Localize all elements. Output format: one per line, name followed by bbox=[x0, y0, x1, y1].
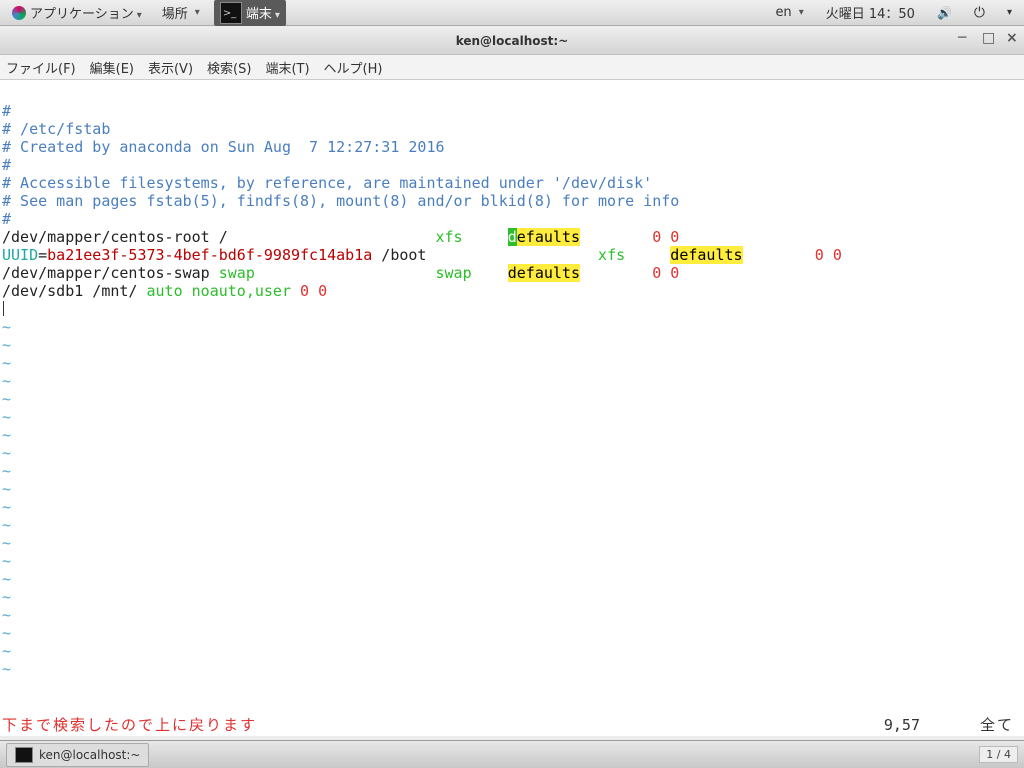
vim-position: 9,57 bbox=[884, 716, 920, 734]
volume-icon[interactable] bbox=[931, 4, 958, 22]
terminal-window: ken@localhost:~ ─ □ × ファイル(F) 編集(E) 表示(V… bbox=[0, 28, 1024, 736]
minimize-button[interactable]: ─ bbox=[958, 32, 970, 44]
input-lang[interactable]: en bbox=[769, 3, 809, 22]
power-icon[interactable] bbox=[968, 3, 991, 23]
vim-message: 下まで検索したので上に戻ります bbox=[2, 716, 257, 734]
clock[interactable]: 火曜日 14：50 bbox=[820, 1, 921, 24]
menu-file[interactable]: ファイル(F) bbox=[6, 58, 76, 77]
gnome-topbar: アプリケーション 場所 >_ 端末 en 火曜日 14：50 bbox=[0, 0, 1024, 26]
taskbar-window-label: ken@localhost:~ bbox=[39, 748, 140, 762]
terminal-content[interactable]: # # /etc/fstab # Created by anaconda on … bbox=[0, 80, 1024, 736]
system-menu-caret[interactable] bbox=[1001, 5, 1018, 20]
active-app[interactable]: >_ 端末 bbox=[214, 0, 286, 26]
bottom-taskbar: ken@localhost:~ 1 / 4 bbox=[0, 740, 1024, 768]
vim-scroll-indicator: 全て bbox=[980, 716, 1014, 734]
window-titlebar[interactable]: ken@localhost:~ ─ □ × bbox=[0, 28, 1024, 55]
places-menu[interactable]: 場所 bbox=[156, 1, 206, 24]
menu-edit[interactable]: 編集(E) bbox=[90, 58, 134, 77]
workspace-indicator[interactable]: 1 / 4 bbox=[979, 746, 1018, 763]
vim-buffer: # # /etc/fstab # Created by anaconda on … bbox=[2, 102, 1022, 678]
terminal-icon bbox=[15, 747, 33, 763]
menu-view[interactable]: 表示(V) bbox=[148, 58, 193, 77]
taskbar-window-button[interactable]: ken@localhost:~ bbox=[6, 743, 149, 767]
menu-help[interactable]: ヘルプ(H) bbox=[324, 58, 383, 77]
maximize-button[interactable]: □ bbox=[982, 32, 994, 44]
terminal-icon: >_ bbox=[220, 2, 242, 24]
activities-icon bbox=[12, 6, 26, 20]
applications-menu[interactable]: アプリケーション bbox=[6, 1, 148, 24]
menu-search[interactable]: 検索(S) bbox=[207, 58, 251, 77]
menu-terminal[interactable]: 端末(T) bbox=[265, 58, 309, 77]
close-button[interactable]: × bbox=[1006, 32, 1018, 44]
applications-label: アプリケーション bbox=[30, 3, 142, 22]
text-cursor bbox=[3, 301, 4, 316]
window-title: ken@localhost:~ bbox=[456, 34, 569, 48]
vim-status-line: 下まで検索したので上に戻ります 9,57 全て bbox=[2, 716, 1022, 734]
menubar: ファイル(F) 編集(E) 表示(V) 検索(S) 端末(T) ヘルプ(H) bbox=[0, 55, 1024, 80]
active-app-label: 端末 bbox=[246, 3, 280, 22]
